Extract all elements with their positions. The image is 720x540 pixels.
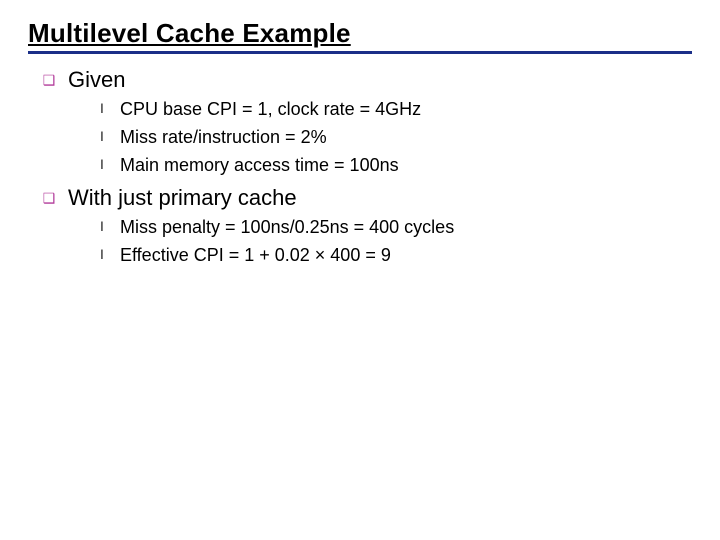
section-given: ❑ Given l CPU base CPI = 1, clock rate =… bbox=[42, 68, 692, 176]
section-header-row: ❑ With just primary cache bbox=[42, 186, 692, 210]
section-label: With just primary cache bbox=[68, 186, 297, 210]
list-item: l Miss penalty = 100ns/0.25ns = 400 cycl… bbox=[98, 216, 692, 238]
sub-bullet-icon: l bbox=[98, 126, 106, 148]
section-with-primary-cache: ❑ With just primary cache l Miss penalty… bbox=[42, 186, 692, 266]
sub-bullet-icon: l bbox=[98, 216, 106, 238]
list-item: l Miss rate/instruction = 2% bbox=[98, 126, 692, 148]
list-item-text: Miss rate/instruction = 2% bbox=[120, 126, 327, 148]
list-item: l CPU base CPI = 1, clock rate = 4GHz bbox=[98, 98, 692, 120]
sublist: l Miss penalty = 100ns/0.25ns = 400 cycl… bbox=[98, 216, 692, 266]
sub-bullet-icon: l bbox=[98, 154, 106, 176]
list-item-text: Miss penalty = 100ns/0.25ns = 400 cycles bbox=[120, 216, 454, 238]
slide-title: Multilevel Cache Example bbox=[28, 18, 692, 49]
list-item-text: Main memory access time = 100ns bbox=[120, 154, 399, 176]
square-bullet-icon: ❑ bbox=[42, 68, 56, 92]
list-item-text: Effective CPI = 1 + 0.02 × 400 = 9 bbox=[120, 244, 391, 266]
sub-bullet-icon: l bbox=[98, 98, 106, 120]
sublist: l CPU base CPI = 1, clock rate = 4GHz l … bbox=[98, 98, 692, 176]
list-item-text: CPU base CPI = 1, clock rate = 4GHz bbox=[120, 98, 421, 120]
square-bullet-icon: ❑ bbox=[42, 186, 56, 210]
section-label: Given bbox=[68, 68, 125, 92]
sub-bullet-icon: l bbox=[98, 244, 106, 266]
title-underline bbox=[28, 51, 692, 54]
list-item: l Effective CPI = 1 + 0.02 × 400 = 9 bbox=[98, 244, 692, 266]
section-header-row: ❑ Given bbox=[42, 68, 692, 92]
list-item: l Main memory access time = 100ns bbox=[98, 154, 692, 176]
slide: Multilevel Cache Example ❑ Given l CPU b… bbox=[0, 0, 720, 540]
